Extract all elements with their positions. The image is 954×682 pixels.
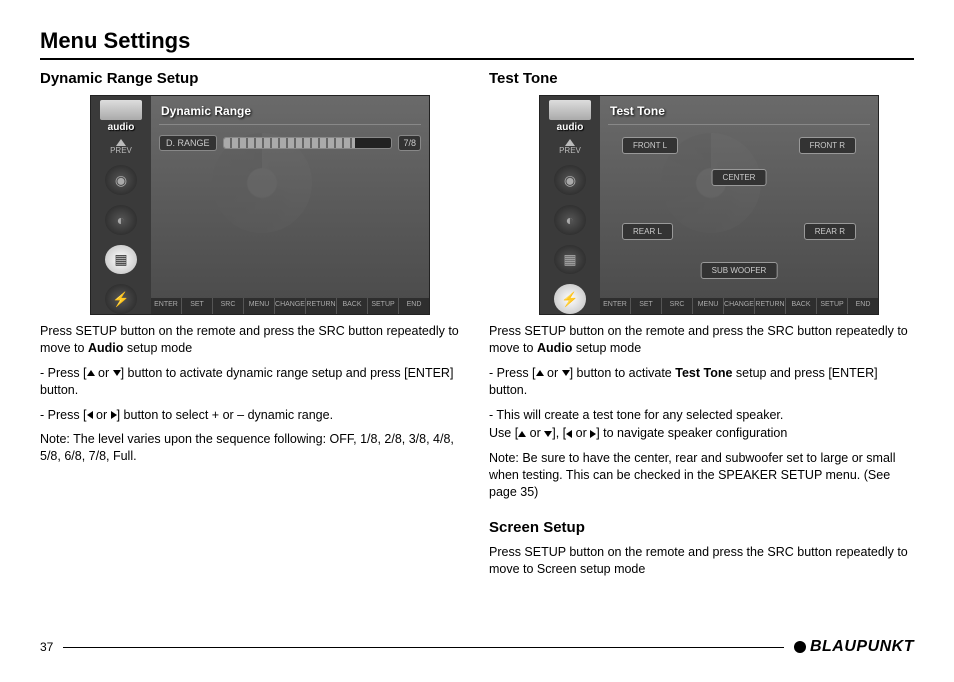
two-column-layout: Dynamic Range Setup audio PREV ◉ ◐ ▦ ⚡	[40, 66, 914, 578]
dr-bullet-1: - Press [ or ] button to activate dynami…	[40, 365, 465, 399]
osd-sidebar-label: audio	[557, 122, 584, 133]
manual-page: Menu Settings Dynamic Range Setup audio …	[0, 0, 954, 682]
osd-bottom-item[interactable]: CHANGE	[724, 298, 755, 314]
osd-bottom-bar: ENTER SET SRC MENU CHANGE RETURN BACK SE…	[600, 298, 878, 314]
osd-main: Dynamic Range D. RANGE 7/8 ENTER SET SRC…	[151, 96, 429, 314]
speaker-front-left[interactable]: FRONT L	[622, 137, 678, 154]
down-arrow-icon	[113, 370, 121, 376]
speaker-grid: FRONT L FRONT R CENTER REAR L REAR R SUB…	[608, 133, 870, 283]
dr-bullet-2: - Press [ or ] button to select + or – d…	[40, 407, 465, 424]
speaker-rear-right[interactable]: REAR R	[804, 223, 856, 240]
up-arrow-icon	[518, 431, 526, 437]
osd-side-button-2[interactable]: ◐	[105, 205, 137, 235]
osd-sidebar: audio PREV ◉ ◐ ▦ ⚡	[540, 96, 600, 314]
osd-bottom-item[interactable]: SRC	[662, 298, 693, 314]
speaker-center[interactable]: CENTER	[712, 169, 767, 186]
dr-note: Note: The level varies upon the sequence…	[40, 431, 465, 465]
prev-up-icon	[116, 139, 126, 146]
prev-label: PREV	[559, 146, 581, 155]
osd-bottom-item[interactable]: RETURN	[755, 298, 786, 314]
up-arrow-icon	[536, 370, 544, 376]
osd-bottom-bar: ENTER SET SRC MENU CHANGE RETURN BACK SE…	[151, 298, 429, 314]
right-column: Test Tone audio PREV ◉ ◐ ▦ ⚡	[489, 66, 914, 578]
osd-side-button-4[interactable]: ⚡	[105, 284, 137, 314]
page-title: Menu Settings	[40, 28, 914, 60]
speaker-front-right[interactable]: FRONT R	[799, 137, 856, 154]
footer-rule	[63, 647, 784, 648]
dynamic-range-osd: audio PREV ◉ ◐ ▦ ⚡ Dynamic Range D. RANG…	[90, 95, 430, 315]
prev-up-icon	[565, 139, 575, 146]
osd-bottom-item[interactable]: SET	[631, 298, 662, 314]
tt-note: Note: Be sure to have the center, rear a…	[489, 450, 914, 501]
down-arrow-icon	[562, 370, 570, 376]
osd-bottom-item[interactable]: ENTER	[600, 298, 631, 314]
drange-label[interactable]: D. RANGE	[159, 135, 217, 151]
up-arrow-icon	[87, 370, 95, 376]
tt-bullet-1: - Press [ or ] button to activate Test T…	[489, 365, 914, 399]
test-tone-heading: Test Tone	[489, 70, 914, 87]
osd-side-button-2[interactable]: ◐	[554, 205, 586, 235]
osd-prev[interactable]: PREV	[110, 139, 132, 155]
osd-prev[interactable]: PREV	[559, 139, 581, 155]
dynamic-range-heading: Dynamic Range Setup	[40, 70, 465, 87]
dr-intro-text: Press SETUP button on the remote and pre…	[40, 323, 465, 357]
osd-bottom-item[interactable]: SETUP	[817, 298, 848, 314]
osd-main: Test Tone FRONT L FRONT R CENTER REAR L …	[600, 96, 878, 314]
screen-setup-text: Press SETUP button on the remote and pre…	[489, 544, 914, 578]
osd-bottom-item[interactable]: SETUP	[368, 298, 399, 314]
osd-bottom-item[interactable]: ENTER	[151, 298, 182, 314]
osd-side-button-3[interactable]: ▦	[105, 245, 137, 275]
osd-sidebar-label: audio	[108, 122, 135, 133]
osd-bottom-item[interactable]: RETURN	[306, 298, 337, 314]
tt-bullet-2: - This will create a test tone for any s…	[489, 407, 914, 424]
drange-bar[interactable]	[223, 137, 393, 149]
osd-bottom-item[interactable]: SET	[182, 298, 213, 314]
speaker-rear-left[interactable]: REAR L	[622, 223, 673, 240]
osd-bottom-item[interactable]: MENU	[244, 298, 275, 314]
tt-intro-text: Press SETUP button on the remote and pre…	[489, 323, 914, 357]
drange-row: D. RANGE 7/8	[159, 135, 421, 151]
device-icon	[549, 100, 591, 120]
osd-side-button-1[interactable]: ◉	[105, 165, 137, 195]
osd-bottom-item[interactable]: END	[399, 298, 429, 314]
osd-bottom-item[interactable]: BACK	[337, 298, 368, 314]
osd-bottom-item[interactable]: CHANGE	[275, 298, 306, 314]
brand-dot-icon	[794, 641, 806, 653]
osd-bottom-item[interactable]: SRC	[213, 298, 244, 314]
osd-bottom-item[interactable]: END	[848, 298, 878, 314]
prev-label: PREV	[110, 146, 132, 155]
osd-side-button-4[interactable]: ⚡	[554, 284, 586, 314]
drange-value: 7/8	[398, 135, 421, 151]
test-tone-osd: audio PREV ◉ ◐ ▦ ⚡ Test Tone FRONT L FR	[539, 95, 879, 315]
osd-title: Test Tone	[608, 102, 870, 125]
page-number: 37	[40, 640, 53, 654]
brand-logo: BLAUPUNKT	[794, 638, 914, 656]
tt-bullet-3: Use [ or ], [ or ] to navigate speaker c…	[489, 425, 914, 442]
brand-text: BLAUPUNKT	[810, 638, 914, 656]
speaker-subwoofer[interactable]: SUB WOOFER	[701, 262, 778, 279]
osd-sidebar: audio PREV ◉ ◐ ▦ ⚡	[91, 96, 151, 314]
osd-title: Dynamic Range	[159, 102, 421, 125]
left-column: Dynamic Range Setup audio PREV ◉ ◐ ▦ ⚡	[40, 66, 465, 578]
osd-side-button-1[interactable]: ◉	[554, 165, 586, 195]
osd-side-button-3[interactable]: ▦	[554, 245, 586, 275]
osd-bottom-item[interactable]: BACK	[786, 298, 817, 314]
page-footer: 37 BLAUPUNKT	[40, 638, 914, 656]
device-icon	[100, 100, 142, 120]
osd-bottom-item[interactable]: MENU	[693, 298, 724, 314]
screen-setup-heading: Screen Setup	[489, 519, 914, 536]
